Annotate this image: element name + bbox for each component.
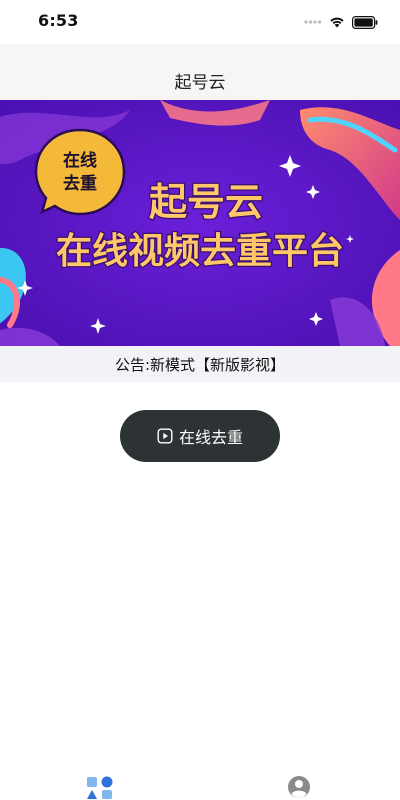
tab-home[interactable] xyxy=(86,774,114,800)
status-icons xyxy=(304,14,378,30)
banner-subheadline: 在线视频去重平台 xyxy=(56,231,344,272)
online-dedupe-label: 在线去重 xyxy=(178,428,243,447)
notice-bar[interactable]: 公告:新模式【新版影视】 xyxy=(0,346,400,382)
home-grid-icon xyxy=(87,776,113,799)
play-circle-icon xyxy=(157,428,173,444)
banner-badge: 在线 去重 xyxy=(34,128,126,216)
notice-text: 公告:新模式【新版影视】 xyxy=(114,355,286,374)
banner-headline: 起号云 xyxy=(149,180,263,224)
online-dedupe-button[interactable]: 在线去重 xyxy=(120,410,280,462)
signal-icon xyxy=(304,20,322,24)
status-bar: 6:53 xyxy=(0,0,400,44)
battery-icon xyxy=(352,15,378,29)
wifi-icon xyxy=(330,17,344,28)
banner-badge-line1: 在线 xyxy=(63,150,97,171)
status-time: 6:53 xyxy=(38,11,79,30)
banner-badge-line2: 去重 xyxy=(63,173,97,194)
promo-banner[interactable]: 在线 去重 起号云 在线视频去重平台 xyxy=(0,100,400,346)
tab-bar xyxy=(0,760,400,800)
nav-bar: 起号云 xyxy=(0,44,400,102)
tab-profile[interactable] xyxy=(285,774,313,800)
profile-icon xyxy=(288,776,310,798)
page-title: 起号云 xyxy=(174,73,226,93)
